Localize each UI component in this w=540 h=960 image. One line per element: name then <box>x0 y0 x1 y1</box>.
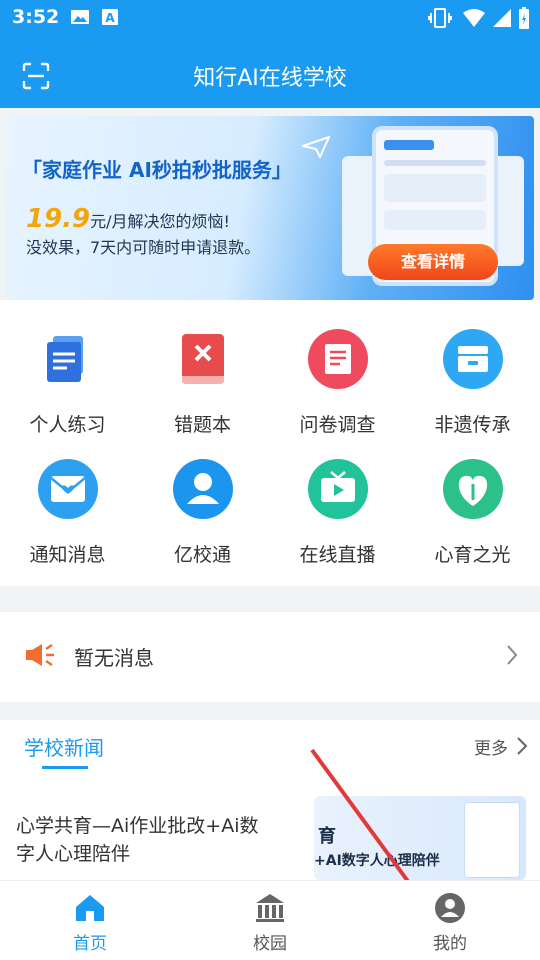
home-icon <box>76 895 104 921</box>
grid-item-notifications[interactable]: 通知消息 <box>0 430 135 566</box>
promo-banner[interactable]: 「家庭作业 AI秒拍秒批服务」 19.9元/月解决您的烦恼! 没效果，7天内可随… <box>6 116 534 300</box>
grid-label: 心育之光 <box>434 544 511 566</box>
svg-text:A: A <box>105 11 115 25</box>
tab-label: 校园 <box>253 934 287 954</box>
grid-item-survey[interactable]: 问卷调查 <box>270 300 405 436</box>
tab-profile[interactable]: 我的 <box>360 881 540 960</box>
grid-item-live[interactable]: 在线直播 <box>270 430 405 566</box>
banner-price-line: 19.9元/月解决您的烦恼! <box>26 204 230 234</box>
tv-play-icon <box>308 459 368 519</box>
tab-home[interactable]: 首页 <box>0 881 180 960</box>
feature-grid: 个人练习 错题本 问卷调查 非遗传承 通知消息 亿校通 在线直播 心育之光 <box>0 300 540 586</box>
app-title: 知行AI在线学校 <box>193 66 347 91</box>
profile-icon <box>435 893 465 923</box>
megaphone-icon <box>26 643 54 667</box>
status-time: 3:52 <box>12 6 60 28</box>
notice-bar[interactable]: 暂无消息 <box>0 612 540 702</box>
paper-plane-icon <box>302 136 330 158</box>
envelope-heart-icon <box>38 459 98 519</box>
image-icon <box>71 10 89 24</box>
banner-headline: 「家庭作业 AI秒拍秒批服务」 <box>22 158 292 182</box>
thumb-text-1: 育 <box>318 826 336 847</box>
book-x-icon <box>182 334 224 384</box>
grid-item-heritage[interactable]: 非遗传承 <box>405 300 540 436</box>
banner-price-suffix: 元/月解决您的烦恼! <box>90 212 230 231</box>
bottom-tab-bar: 首页 校园 我的 <box>0 880 540 960</box>
status-bar: 3:52 A <box>0 0 540 36</box>
tab-underline <box>42 766 88 769</box>
cabinet-icon <box>443 329 503 389</box>
grid-item-practice[interactable]: 个人练习 <box>0 300 135 436</box>
vibrate-icon <box>428 8 452 28</box>
grid-item-heart-light[interactable]: 心育之光 <box>405 430 540 566</box>
grid-item-yixiaotong[interactable]: 亿校通 <box>135 430 270 566</box>
chevron-right-icon <box>507 645 518 665</box>
more-link[interactable]: 更多 <box>474 734 508 759</box>
tab-school-news[interactable]: 学校新闻 <box>24 732 104 761</box>
document-icon <box>47 336 83 382</box>
thumb-card <box>464 802 520 878</box>
tab-label: 首页 <box>73 934 107 954</box>
certificate-icon <box>308 329 368 389</box>
tab-campus[interactable]: 校园 <box>180 881 360 960</box>
banner-price: 19.9 <box>26 204 91 234</box>
battery-icon <box>519 7 529 29</box>
signal-icon <box>493 9 511 27</box>
app-bar: 知行AI在线学校 <box>0 36 540 108</box>
font-icon: A <box>102 9 118 25</box>
tab-label: 我的 <box>433 934 467 954</box>
notice-text: 暂无消息 <box>74 646 154 670</box>
campus-icon <box>256 894 284 922</box>
chevron-right-icon[interactable] <box>516 736 528 756</box>
thumb-text-2: +AI数字人心理陪伴 <box>314 853 440 869</box>
grid-label: 在线直播 <box>299 544 376 566</box>
banner-refund-line: 没效果，7天内可随时申请退款。 <box>26 238 261 257</box>
view-details-button[interactable]: 查看详情 <box>368 244 498 280</box>
grid-label: 亿校通 <box>173 544 231 566</box>
wifi-icon <box>463 9 485 27</box>
news-article-title[interactable]: 心学共育—Ai作业批改+Ai数字人心理陪伴 <box>16 812 272 868</box>
heart-leaf-icon <box>443 459 503 519</box>
grid-label: 通知消息 <box>29 544 106 566</box>
news-section: 学校新闻 更多 心学共育—Ai作业批改+Ai数字人心理陪伴 育 +AI数字人心理… <box>0 720 540 880</box>
grid-item-mistake-book[interactable]: 错题本 <box>135 300 270 436</box>
news-thumbnail[interactable]: 育 +AI数字人心理陪伴 <box>314 796 526 880</box>
user-icon <box>173 459 233 519</box>
